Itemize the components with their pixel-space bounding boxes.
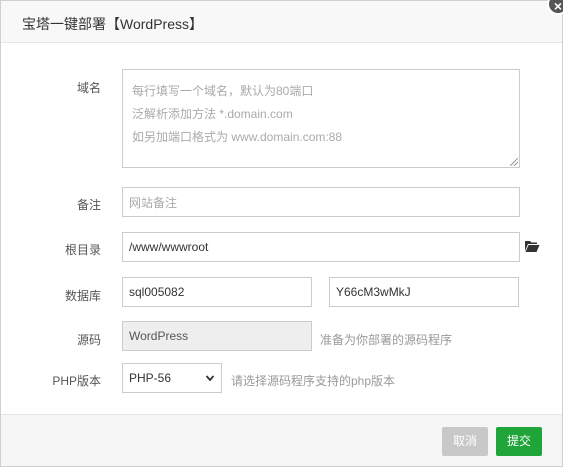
resize-grip-icon[interactable] xyxy=(510,158,518,166)
chevron-down-icon xyxy=(205,375,215,382)
database-user-input[interactable]: sql005082 xyxy=(122,277,312,307)
root-dir-input[interactable]: /www/wwwroot xyxy=(122,232,520,262)
root-dir-label: 根目录 xyxy=(64,243,101,257)
php-version-select[interactable]: PHP-56 xyxy=(122,363,222,393)
dialog-title: 宝塔一键部署【WordPress】 xyxy=(22,16,203,32)
source-input: WordPress xyxy=(122,321,312,351)
folder-open-icon[interactable] xyxy=(524,239,540,253)
remark-label: 备注 xyxy=(76,198,101,212)
php-version-label: PHP版本 xyxy=(52,374,101,388)
domain-placeholder-line-3: 如另加端口格式为 www.domain.com:88 xyxy=(132,130,343,144)
source-label: 源码 xyxy=(76,333,101,347)
php-version-selected: PHP-56 xyxy=(129,371,172,385)
domain-label: 域名 xyxy=(76,81,101,95)
database-password-input[interactable]: Y66cM3wMkJ xyxy=(329,277,519,307)
php-version-help-text: 请选择源码程序支持的php版本 xyxy=(231,374,396,388)
source-help-text: 准备为你部署的源码程序 xyxy=(320,333,453,347)
dialog-header: 宝塔一键部署【WordPress】 xyxy=(1,1,562,43)
deploy-dialog: 宝塔一键部署【WordPress】 × 域名 每行填写一个域名，默认为80端口 … xyxy=(0,0,563,467)
database-label: 数据库 xyxy=(64,289,101,303)
cancel-button[interactable]: 取消 xyxy=(442,427,488,456)
remark-input[interactable]: 网站备注 xyxy=(122,187,520,217)
domain-placeholder-line-2: 泛解析添加方法 *.domain.com xyxy=(132,107,293,121)
submit-button[interactable]: 提交 xyxy=(496,427,542,456)
domain-placeholder-line-1: 每行填写一个域名，默认为80端口 xyxy=(132,84,314,98)
domain-textarea[interactable]: 每行填写一个域名，默认为80端口 泛解析添加方法 *.domain.com 如另… xyxy=(122,69,520,168)
